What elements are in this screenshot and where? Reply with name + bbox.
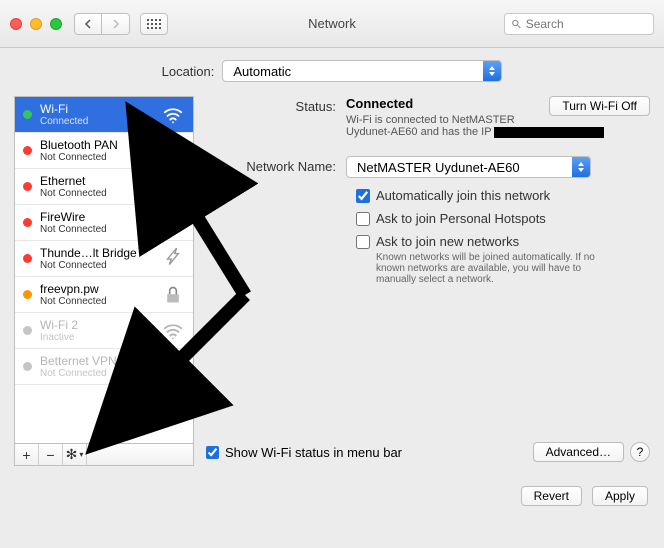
connection-status: Not Connected — [40, 188, 157, 199]
tb-icon — [161, 247, 185, 271]
connection-status: Not Connected — [40, 260, 157, 271]
auto-join-row: Automatically join this network — [356, 188, 650, 203]
ask-hotspot-row: Ask to join Personal Hotspots — [356, 211, 650, 226]
traffic-lights — [10, 18, 62, 30]
bottom-row: Show Wi-Fi status in menu bar Advanced… … — [206, 438, 650, 466]
back-button[interactable] — [74, 13, 102, 35]
firewire-icon — [161, 211, 185, 235]
status-value: Connected — [346, 96, 413, 111]
connection-name: Wi-Fi — [40, 102, 157, 116]
show-menu-label: Show Wi-Fi status in menu bar — [225, 445, 402, 460]
status-dot — [23, 362, 32, 371]
minimize-window-button[interactable] — [30, 18, 42, 30]
network-name-label: Network Name: — [206, 156, 346, 174]
main-panel: Status: Connected Turn Wi-Fi Off Wi-Fi i… — [206, 96, 650, 466]
ask-new-note: Known networks will be joined automatica… — [376, 252, 616, 285]
bluetooth-icon — [161, 139, 185, 163]
sidebar-item-ethernet[interactable]: EthernetNot Connected — [15, 169, 193, 205]
sidebar-item-wi-fi[interactable]: Wi-FiConnected — [15, 97, 193, 133]
connection-status: Not Connected — [40, 368, 157, 379]
titlebar: Network — [0, 0, 664, 48]
content-area: Wi-FiConnectedBluetooth PANNot Connected… — [0, 86, 664, 476]
search-icon — [511, 18, 522, 30]
connection-status: Inactive — [40, 332, 157, 343]
help-button[interactable]: ? — [630, 442, 650, 462]
close-window-button[interactable] — [10, 18, 22, 30]
connection-status: Not Connected — [40, 152, 157, 163]
ask-new-label: Ask to join new networks — [376, 234, 616, 249]
sidebar-item-betternet-vpn[interactable]: Betternet VPNNot Connected — [15, 349, 193, 385]
status-dot — [23, 290, 32, 299]
location-value: Automatic — [233, 64, 291, 79]
network-name-row: Network Name: NetMASTER Uydunet-AE60 — [206, 156, 650, 178]
zoom-window-button[interactable] — [50, 18, 62, 30]
status-dot — [23, 110, 32, 119]
advanced-button[interactable]: Advanced… — [533, 442, 624, 462]
sidebar-item-bluetooth-pan[interactable]: Bluetooth PANNot Connected — [15, 133, 193, 169]
status-detail: Wi-Fi is connected to NetMASTER Uydunet-… — [346, 114, 650, 138]
forward-button[interactable] — [102, 13, 130, 35]
status-dot — [23, 218, 32, 227]
connection-sidebar: Wi-FiConnectedBluetooth PANNot Connected… — [14, 96, 194, 466]
connection-status: Connected — [40, 116, 157, 127]
add-connection-button[interactable]: + — [15, 444, 39, 465]
status-dot — [23, 182, 32, 191]
ask-hotspot-label: Ask to join Personal Hotspots — [376, 211, 546, 226]
wifi-toggle-button[interactable]: Turn Wi-Fi Off — [549, 96, 650, 116]
auto-join-label: Automatically join this network — [376, 188, 550, 203]
status-dot — [23, 326, 32, 335]
connection-status: Not Connected — [40, 296, 157, 307]
status-row: Status: Connected Turn Wi-Fi Off Wi-Fi i… — [206, 96, 650, 138]
network-name-select[interactable]: NetMASTER Uydunet-AE60 — [346, 156, 591, 178]
sidebar-toolbar: + − ✻ — [15, 443, 193, 465]
connection-name: Wi-Fi 2 — [40, 318, 157, 332]
sidebar-item-wi-fi-2[interactable]: Wi-Fi 2Inactive — [15, 313, 193, 349]
show-all-button[interactable] — [140, 13, 168, 35]
wifi-icon — [161, 103, 185, 127]
chevron-updown-icon — [572, 157, 590, 177]
location-label: Location: — [162, 64, 215, 79]
footer: Revert Apply — [0, 476, 664, 520]
redacted-ip — [494, 127, 604, 138]
status-label: Status: — [206, 96, 346, 114]
remove-connection-button[interactable]: − — [39, 444, 63, 465]
connection-status: Not Connected — [40, 224, 157, 235]
network-name-value: NetMASTER Uydunet-AE60 — [357, 160, 520, 175]
status-dot — [23, 254, 32, 263]
connection-name: Bluetooth PAN — [40, 138, 157, 152]
window-title: Network — [308, 16, 356, 31]
ask-hotspot-checkbox[interactable] — [356, 212, 370, 226]
sidebar-item-firewire[interactable]: FireWireNot Connected — [15, 205, 193, 241]
wifi-icon — [161, 319, 185, 343]
connection-name: Ethernet — [40, 174, 157, 188]
status-dot — [23, 146, 32, 155]
ask-new-checkbox[interactable] — [356, 235, 370, 249]
connection-name: Betternet VPN — [40, 354, 157, 368]
lock-icon — [161, 283, 185, 307]
connection-name: Thunde…lt Bridge — [40, 246, 157, 260]
connection-name: freevpn.pw — [40, 282, 157, 296]
search-field[interactable] — [504, 13, 654, 35]
status-detail-text: Wi-Fi is connected to NetMASTER Uydunet-… — [346, 114, 515, 138]
location-row: Location: Automatic — [0, 48, 664, 86]
location-select[interactable]: Automatic — [222, 60, 502, 82]
chevron-updown-icon — [483, 61, 501, 81]
nav-buttons — [74, 13, 130, 35]
connection-name: FireWire — [40, 210, 157, 224]
apply-button[interactable]: Apply — [592, 486, 648, 506]
sidebar-item-freevpn-pw[interactable]: freevpn.pwNot Connected — [15, 277, 193, 313]
ethernet-icon — [161, 175, 185, 199]
auto-join-checkbox[interactable] — [356, 189, 370, 203]
lock-icon — [161, 355, 185, 379]
gear-menu-button[interactable]: ✻ — [63, 444, 87, 465]
ask-new-row: Ask to join new networks Known networks … — [356, 234, 650, 285]
show-menu-checkbox[interactable] — [206, 446, 219, 459]
sidebar-item-thunde-lt-bridge[interactable]: Thunde…lt BridgeNot Connected — [15, 241, 193, 277]
revert-button[interactable]: Revert — [521, 486, 582, 506]
search-input[interactable] — [526, 17, 647, 31]
